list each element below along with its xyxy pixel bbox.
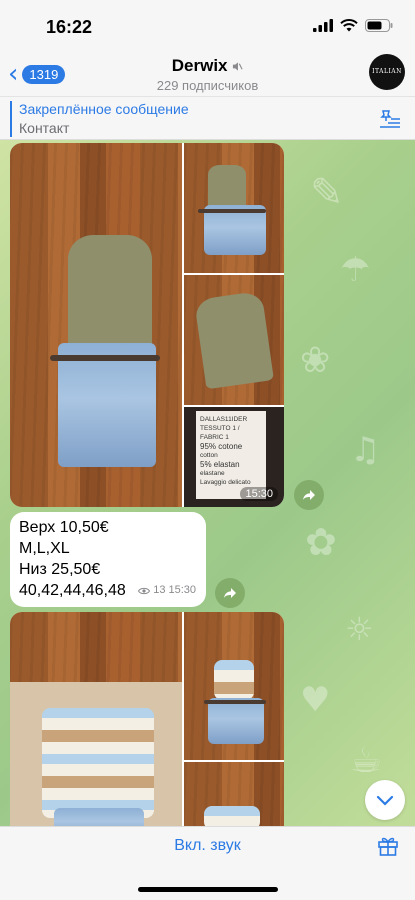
message-time: 15:30 xyxy=(168,584,196,596)
share-button[interactable] xyxy=(294,480,324,510)
belt-graphic xyxy=(198,209,266,213)
album-photo-2[interactable] xyxy=(184,143,284,273)
tank-top-graphic xyxy=(68,235,152,355)
bottom-bar: Вкл. звук xyxy=(0,826,415,900)
label-line: elastane xyxy=(200,470,225,477)
message-line: M,L,XL xyxy=(19,540,70,557)
pinned-indicator xyxy=(10,101,12,137)
album-photo-main[interactable] xyxy=(10,612,182,826)
label-line: DALLAS11IDER xyxy=(200,416,248,423)
message-meta: 13 15:30 xyxy=(138,580,196,601)
tank-top-graphic xyxy=(194,290,274,390)
photo-album[interactable] xyxy=(10,612,284,826)
belt-graphic xyxy=(204,700,266,704)
message-line: Низ 25,50€ xyxy=(19,561,101,578)
label-line: TESSUTO 1 / FABRIC 1 xyxy=(200,425,240,441)
message-line: Верх 10,50€ xyxy=(19,519,109,536)
status-bar: 16:22 xyxy=(0,0,415,54)
share-button[interactable] xyxy=(215,578,245,608)
album-photo-4[interactable]: DALLAS11IDER TESSUTO 1 / FABRIC 1 95% co… xyxy=(184,407,284,507)
label-line: cotton xyxy=(200,452,218,459)
fabric-label: DALLAS11IDER TESSUTO 1 / FABRIC 1 95% co… xyxy=(196,411,266,499)
label-line: 95% cotone xyxy=(200,442,243,451)
photo-time-overlay: 15:30 xyxy=(240,487,278,501)
jeans-graphic xyxy=(208,698,264,744)
album-photo-3[interactable] xyxy=(184,762,284,826)
pinned-title: Закреплённое сообщение xyxy=(19,101,189,117)
message-bubble[interactable]: Верх 10,50€ M,L,XL Низ 25,50€ 40,42,44,4… xyxy=(10,512,206,607)
polo-shirt-graphic xyxy=(42,708,154,818)
chat-header: Derwix 229 подписчиков ‹ 1319 ITALIAN ST… xyxy=(0,54,415,111)
chevron-left-icon: ‹ xyxy=(8,59,19,89)
album-photo-3[interactable] xyxy=(184,275,284,405)
polo-shirt-graphic xyxy=(214,660,254,700)
share-icon xyxy=(303,490,315,500)
wifi-icon xyxy=(340,19,358,32)
signal-icon xyxy=(313,19,333,32)
jeans-graphic xyxy=(54,808,144,826)
photo-album[interactable]: DALLAS11IDER TESSUTO 1 / FABRIC 1 95% co… xyxy=(10,143,284,507)
belt-graphic xyxy=(50,355,160,361)
scroll-to-bottom-button[interactable] xyxy=(365,780,405,820)
polo-shirt-graphic xyxy=(204,806,260,826)
label-line: 5% elastan xyxy=(200,460,240,469)
pinned-text: Контакт xyxy=(19,120,70,136)
album-photo-main[interactable] xyxy=(10,143,182,507)
status-time: 16:22 xyxy=(46,17,93,37)
mute-icon xyxy=(233,62,243,71)
pin-list-icon[interactable] xyxy=(379,109,401,129)
home-indicator xyxy=(138,887,278,892)
jeans-graphic xyxy=(58,343,156,467)
eye-icon xyxy=(138,587,151,594)
chevron-down-icon xyxy=(376,795,394,806)
album-photo-2[interactable] xyxy=(184,612,284,760)
view-count: 13 xyxy=(153,584,166,596)
back-button[interactable]: ‹ 1319 xyxy=(8,59,66,89)
pinned-message-bar[interactable]: Закреплённое сообщение Контакт xyxy=(0,96,415,140)
unread-count-badge: 1319 xyxy=(22,64,66,84)
gift-icon[interactable] xyxy=(377,835,399,857)
battery-icon xyxy=(365,19,393,32)
label-line: Lavaggio delicato xyxy=(200,479,251,486)
channel-avatar[interactable]: ITALIAN STYLE xyxy=(369,54,405,111)
share-icon xyxy=(224,588,236,598)
unmute-button[interactable]: Вкл. звук xyxy=(0,837,415,855)
